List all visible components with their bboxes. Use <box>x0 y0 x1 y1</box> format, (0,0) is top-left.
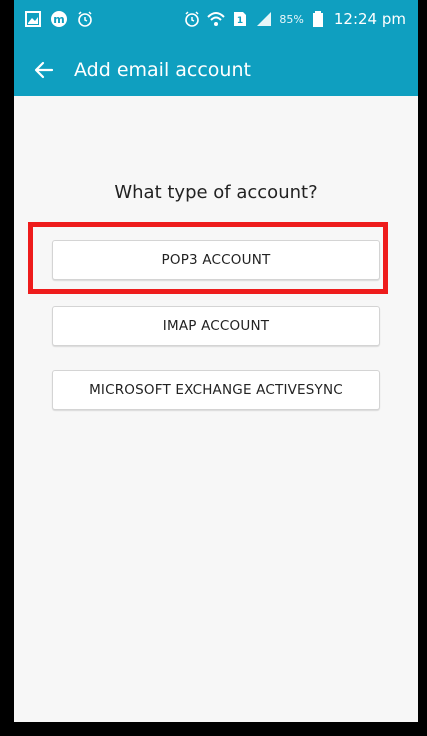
phone-screen: m 1 85% 12:24 pm Add email account What … <box>14 0 418 722</box>
alarm-icon <box>183 10 201 28</box>
imap-account-button[interactable]: IMAP ACCOUNT <box>52 306 380 346</box>
exchange-activesync-button[interactable]: MICROSOFT EXCHANGE ACTIVESYNC <box>52 370 380 410</box>
wifi-icon <box>207 10 226 28</box>
app-bar: Add email account <box>14 44 418 96</box>
status-left-icons: m <box>24 10 94 28</box>
gallery-icon <box>24 10 42 28</box>
status-bar: m 1 85% 12:24 pm <box>14 0 418 44</box>
status-right-icons: 1 85% 12:24 pm <box>183 10 406 28</box>
page-title: Add email account <box>74 59 251 81</box>
question-heading: What type of account? <box>114 182 318 203</box>
clock: 12:24 pm <box>333 10 406 28</box>
svg-text:1: 1 <box>237 16 243 26</box>
arrow-left-icon[interactable] <box>32 58 56 82</box>
battery-icon <box>310 10 328 28</box>
main-content: What type of account? POP3 ACCOUNT IMAP … <box>14 96 418 722</box>
signal-icon <box>255 10 273 28</box>
sim-icon: 1 <box>231 10 249 28</box>
pop3-account-button[interactable]: POP3 ACCOUNT <box>52 240 380 280</box>
svg-text:m: m <box>53 13 64 26</box>
alarm-icon <box>76 10 94 28</box>
messenger-icon: m <box>50 10 68 28</box>
battery-percent: 85% <box>279 12 304 26</box>
